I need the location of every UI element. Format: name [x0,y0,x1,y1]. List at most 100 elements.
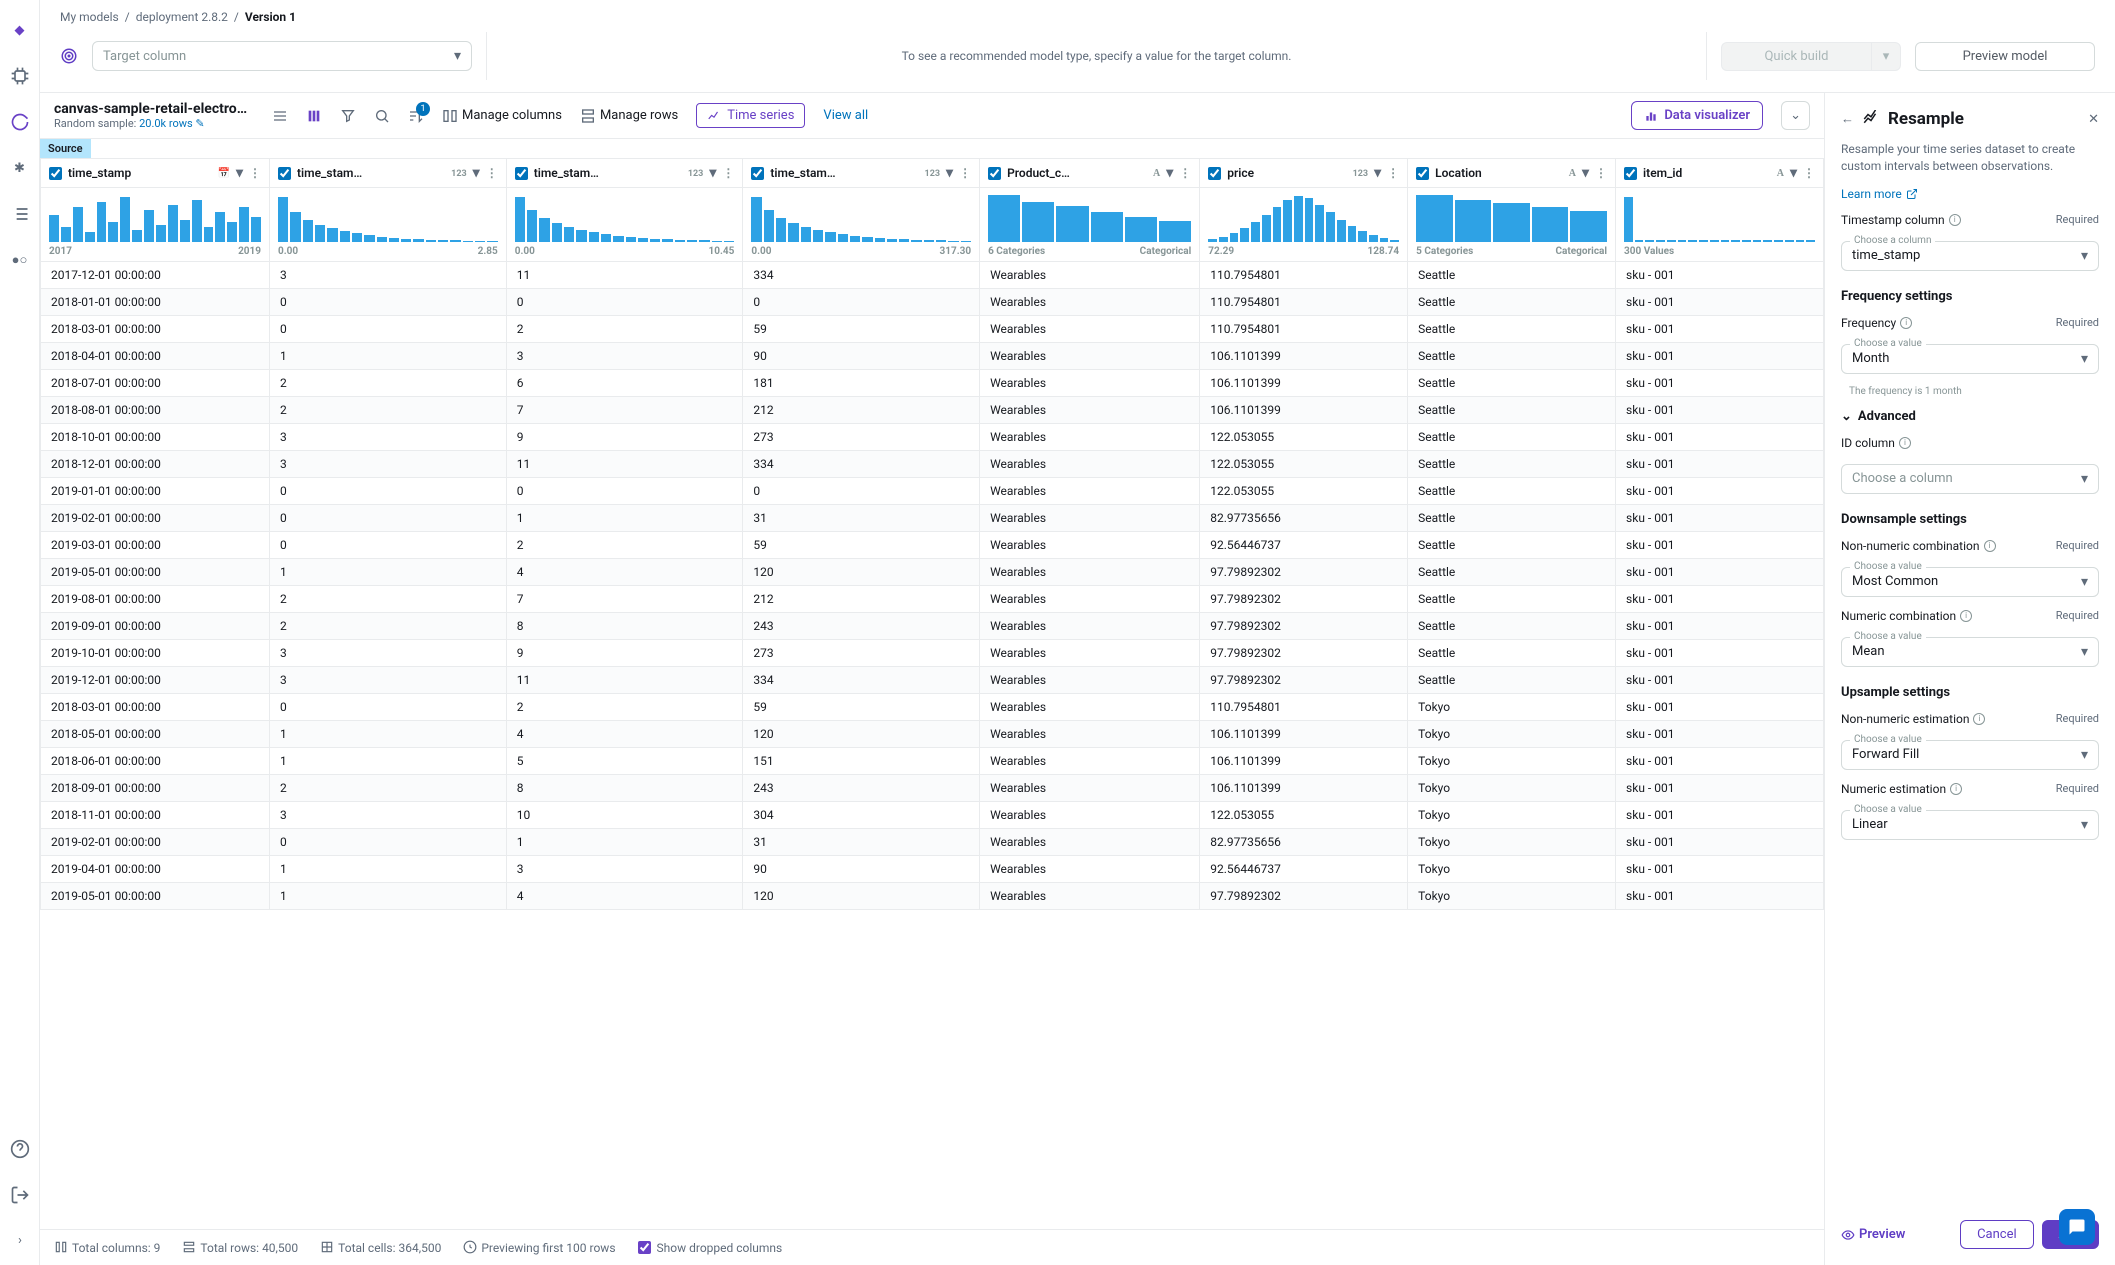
timestamp-column-select[interactable]: Choose a columntime_stamp▾ [1841,241,2099,271]
column-header[interactable]: time_stam… 123 ▾ ⋮ [507,159,743,188]
more-icon[interactable]: ⋮ [1803,166,1815,180]
chevron-down-icon[interactable]: ▾ [709,165,716,181]
chevron-right-icon[interactable]: › [10,1230,30,1250]
column-checkbox[interactable] [49,167,62,180]
data-visualizer-button[interactable]: Data visualizer [1631,101,1763,130]
table-row[interactable]: 2019-09-01 00:00:0028243Wearables97.7989… [41,613,1824,640]
preview-model-button[interactable]: Preview model [1915,42,2095,71]
logo-icon[interactable]: ◆ [10,20,30,40]
info-icon[interactable]: i [1973,713,1985,725]
id-column-select[interactable]: Choose a column▾ [1841,464,2099,494]
table-row[interactable]: 2018-06-01 00:00:0015151Wearables106.110… [41,748,1824,775]
column-checkbox[interactable] [515,167,528,180]
manage-columns-button[interactable]: Manage columns [442,108,562,124]
table-row[interactable]: 2018-11-01 00:00:00310304Wearables122.05… [41,802,1824,829]
help-icon[interactable] [10,1139,30,1159]
breadcrumb[interactable]: My models/ deployment 2.8.2/ Version 1 [60,10,296,24]
view-all-link[interactable]: View all [823,108,868,123]
table-row[interactable]: 2018-01-01 00:00:00000Wearables110.79548… [41,289,1824,316]
toggle-icon[interactable]: ●○ [10,250,30,270]
table-row[interactable]: 2018-05-01 00:00:0014120Wearables106.110… [41,721,1824,748]
chevron-down-icon[interactable]: ▾ [1166,165,1173,181]
cancel-button[interactable]: Cancel [1960,1220,2034,1249]
column-view-icon[interactable] [306,108,322,124]
asterisk-icon[interactable]: ✱ [10,158,30,178]
table-row[interactable]: 2018-03-01 00:00:000259Wearables110.7954… [41,316,1824,343]
chevron-down-icon[interactable]: ▾ [1790,165,1797,181]
info-icon[interactable]: i [1984,540,1996,552]
list-icon[interactable] [10,204,30,224]
edit-icon[interactable]: ✎ [195,117,204,130]
info-icon[interactable]: i [1960,610,1972,622]
refresh-icon[interactable] [10,112,30,132]
numeric-combination-select[interactable]: Choose a valueMean▾ [1841,637,2099,667]
column-header[interactable]: Product_c… A ▾ ⋮ [980,159,1199,188]
manage-rows-button[interactable]: Manage rows [580,108,678,124]
column-checkbox[interactable] [751,167,764,180]
learn-more-link[interactable]: Learn more [1841,187,2099,201]
info-icon[interactable]: i [1900,317,1912,329]
table-row[interactable]: 2018-03-01 00:00:000259Wearables110.7954… [41,694,1824,721]
table-row[interactable]: 2019-03-01 00:00:000259Wearables92.56446… [41,532,1824,559]
more-icon[interactable]: ⋮ [959,166,971,180]
more-icon[interactable]: ⋮ [1179,166,1191,180]
more-icon[interactable]: ⋮ [249,166,261,180]
logout-icon[interactable] [10,1185,30,1205]
filter-icon[interactable] [340,108,356,124]
table-row[interactable]: 2019-05-01 00:00:0014120Wearables97.7989… [41,883,1824,910]
info-icon[interactable]: i [1899,437,1911,449]
more-icon[interactable]: ⋮ [1387,166,1399,180]
chat-fab[interactable] [2059,1209,2095,1245]
table-row[interactable]: 2018-12-01 00:00:00311334Wearables122.05… [41,451,1824,478]
table-row[interactable]: 2019-08-01 00:00:0027212Wearables97.7989… [41,586,1824,613]
table-row[interactable]: 2019-10-01 00:00:0039273Wearables97.7989… [41,640,1824,667]
sample-link[interactable]: 20.0k rows [139,117,193,130]
sort-icon[interactable]: 1 [408,108,424,124]
table-row[interactable]: 2019-01-01 00:00:00000Wearables122.05305… [41,478,1824,505]
table-row[interactable]: 2019-12-01 00:00:00311334Wearables97.798… [41,667,1824,694]
info-icon[interactable]: i [1950,783,1962,795]
column-checkbox[interactable] [988,167,1001,180]
table-row[interactable]: 2017-12-01 00:00:00311334Wearables110.79… [41,262,1824,289]
search-icon[interactable] [374,108,390,124]
column-header[interactable]: time_stam… 123 ▾ ⋮ [743,159,979,188]
column-header[interactable]: price 123 ▾ ⋮ [1200,159,1407,188]
close-icon[interactable]: ✕ [2088,112,2099,127]
numeric-estimation-select[interactable]: Choose a valueLinear▾ [1841,810,2099,840]
table-row[interactable]: 2019-04-01 00:00:001390Wearables92.56446… [41,856,1824,883]
table-row[interactable]: 2019-02-01 00:00:000131Wearables82.97735… [41,829,1824,856]
time-series-pill[interactable]: Time series [696,103,805,128]
nonnumeric-combination-select[interactable]: Choose a valueMost Common▾ [1841,567,2099,597]
list-view-icon[interactable] [272,108,288,124]
table-row[interactable]: 2018-10-01 00:00:0039273Wearables122.053… [41,424,1824,451]
chevron-down-icon[interactable]: ▾ [236,165,243,181]
column-checkbox[interactable] [1416,167,1429,180]
nonnumeric-estimation-select[interactable]: Choose a valueForward Fill▾ [1841,740,2099,770]
chevron-down-icon[interactable]: ▾ [1374,165,1381,181]
back-icon[interactable]: ← [1841,111,1854,127]
more-icon[interactable]: ⋮ [486,166,498,180]
table-row[interactable]: 2018-09-01 00:00:0028243Wearables106.110… [41,775,1824,802]
table-row[interactable]: 2018-08-01 00:00:0027212Wearables106.110… [41,397,1824,424]
chevron-down-icon[interactable]: ▾ [946,165,953,181]
info-icon[interactable]: i [1949,214,1961,226]
more-icon[interactable]: ⋮ [1595,166,1607,180]
frequency-select[interactable]: Choose a valueMonth▾ [1841,344,2099,374]
table-row[interactable]: 2018-04-01 00:00:001390Wearables106.1101… [41,343,1824,370]
column-checkbox[interactable] [1624,167,1637,180]
preview-button[interactable]: Preview [1841,1220,1905,1249]
column-checkbox[interactable] [278,167,291,180]
show-dropped-checkbox[interactable]: Show dropped columns [638,1241,783,1255]
table-row[interactable]: 2019-05-01 00:00:0014120Wearables97.7989… [41,559,1824,586]
chip-icon[interactable] [10,66,30,86]
table-row[interactable]: 2018-07-01 00:00:0026181Wearables106.110… [41,370,1824,397]
more-icon[interactable]: ⋮ [722,166,734,180]
table-row[interactable]: 2019-02-01 00:00:000131Wearables82.97735… [41,505,1824,532]
column-header[interactable]: Location A ▾ ⋮ [1408,159,1615,188]
more-menu-button[interactable]: ⌄ [1781,101,1810,130]
column-checkbox[interactable] [1208,167,1221,180]
column-header[interactable]: time_stam… 123 ▾ ⋮ [270,159,506,188]
column-header[interactable]: item_id A ▾ ⋮ [1616,159,1823,188]
advanced-toggle[interactable]: ⌄Advanced [1841,409,2099,424]
chevron-down-icon[interactable]: ▾ [473,165,480,181]
